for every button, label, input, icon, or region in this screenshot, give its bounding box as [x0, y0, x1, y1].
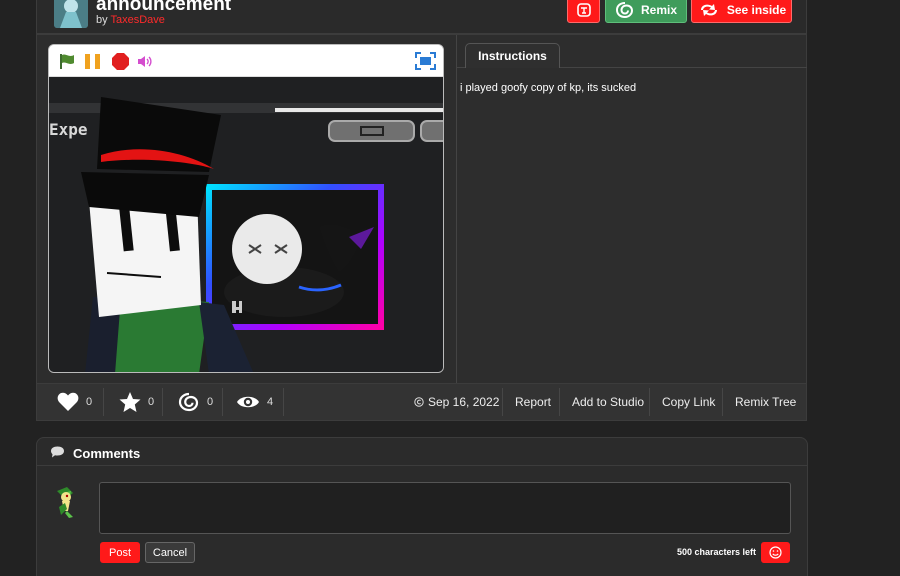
remix-count: 0: [207, 396, 214, 408]
star-icon: [119, 392, 141, 412]
remix-swirl-icon: [178, 392, 199, 412]
comments-title: Comments: [73, 446, 141, 461]
share-date: Sep 16, 2022: [414, 384, 499, 420]
action-divider: [502, 388, 503, 416]
remix-icon: [615, 1, 633, 18]
love-count: 0: [86, 396, 93, 408]
remix-count-stat: 0: [178, 384, 213, 420]
action-divider: [559, 388, 560, 416]
see-inside-icon: [700, 3, 717, 16]
green-flag-icon[interactable]: [58, 53, 76, 70]
comments-header: Comments: [37, 438, 807, 466]
favorite-count: 0: [148, 396, 155, 408]
by-prefix: by: [96, 14, 108, 26]
stat-divider: [222, 388, 223, 416]
report-link[interactable]: Report: [515, 384, 551, 420]
cancel-button[interactable]: Cancel: [145, 542, 195, 563]
remix-tree-link[interactable]: Remix Tree: [735, 384, 796, 420]
player-controls: [49, 45, 443, 77]
emoji-icon: [769, 546, 782, 559]
emoji-button[interactable]: [761, 542, 790, 563]
stat-divider: [103, 388, 104, 416]
stat-divider: [283, 388, 284, 416]
project-stage[interactable]: Expe: [49, 77, 443, 372]
date-text: Sep 16, 2022: [428, 395, 500, 409]
project-player: Expe: [48, 44, 444, 373]
remix-button[interactable]: Remix: [605, 0, 687, 23]
sound-icon[interactable]: [137, 55, 153, 68]
copy-link[interactable]: Copy Link: [662, 384, 715, 420]
heart-icon: [57, 392, 79, 411]
project-thumb-icon[interactable]: [54, 0, 88, 28]
translate-button[interactable]: [567, 0, 600, 23]
project-byline: by TaxesDave: [96, 14, 165, 26]
see-inside-label: See inside: [726, 2, 787, 17]
copyright-icon: [414, 397, 424, 407]
comments-section: Comments Post Cancel 500 characters left: [36, 437, 808, 576]
view-count-stat: 4: [236, 384, 273, 420]
panel-divider: [456, 35, 457, 383]
remix-label: Remix: [640, 2, 678, 17]
eye-icon: [237, 396, 259, 408]
pause-icon[interactable]: [84, 53, 102, 70]
translate-icon: [576, 2, 591, 17]
instructions-text: i played goofy copy of kp, its sucked: [460, 82, 637, 94]
comment-input[interactable]: [99, 482, 791, 534]
fullscreen-icon[interactable]: [415, 52, 436, 70]
stage-label: Expe: [49, 120, 88, 139]
action-divider: [649, 388, 650, 416]
action-divider: [722, 388, 723, 416]
stats-bar: 0 0 0 4 Sep 16, 2022 Report Add to Studi…: [36, 383, 807, 421]
see-inside-button[interactable]: See inside: [691, 0, 792, 23]
add-to-studio-link[interactable]: Add to Studio: [572, 384, 644, 420]
tab-instructions[interactable]: Instructions: [465, 43, 560, 68]
stage-artwork: [49, 77, 443, 372]
user-avatar[interactable]: [53, 485, 77, 519]
post-button[interactable]: Post: [100, 542, 140, 563]
comment-bubble-icon: [51, 446, 64, 458]
characters-left: 500 characters left: [677, 547, 757, 557]
love-button[interactable]: 0: [57, 384, 92, 420]
view-count: 4: [267, 396, 274, 408]
stop-icon[interactable]: [111, 52, 130, 71]
stat-divider: [162, 388, 163, 416]
author-link[interactable]: TaxesDave: [110, 14, 164, 26]
favorite-button[interactable]: 0: [119, 384, 154, 420]
